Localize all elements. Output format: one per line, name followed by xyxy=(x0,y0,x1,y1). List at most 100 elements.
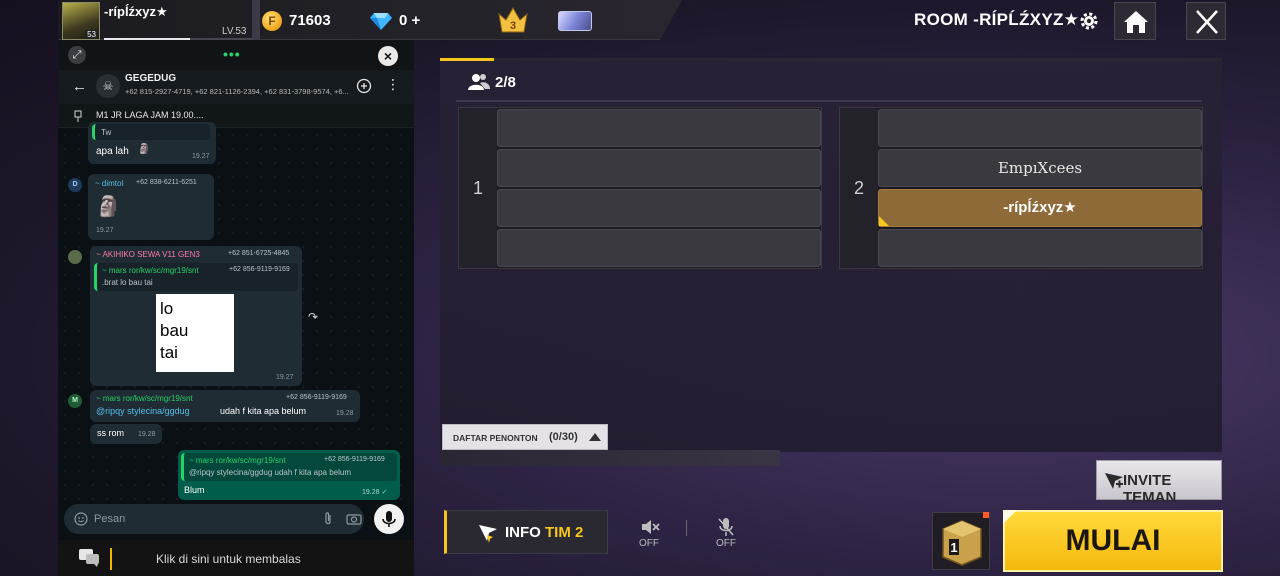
speaker-state: OFF xyxy=(639,538,659,549)
camera-icon[interactable] xyxy=(346,513,362,525)
message-bubble[interactable]: Tw apa lah 🗿 19.27 xyxy=(88,122,216,164)
chevron-up-icon xyxy=(589,433,601,441)
sender-name: ~ mars ror/kw/sc/mgr19/snt xyxy=(96,394,193,403)
sender-avatar[interactable]: M xyxy=(68,394,82,408)
team-2-number: 2 xyxy=(840,108,878,268)
player-level: LV.53 xyxy=(222,26,247,37)
sticker-image[interactable]: lo bau tai xyxy=(156,294,234,372)
message-text: udah f kita apa belum xyxy=(220,406,307,416)
info-icon xyxy=(479,525,497,543)
chat-bubbles-icon xyxy=(79,549,99,567)
team-2-slot-2[interactable]: EmpıXcees xyxy=(878,149,1202,187)
moai-sticker-icon: 🗿 xyxy=(96,196,121,218)
home-button[interactable] xyxy=(1114,2,1156,40)
speaker-muted-icon[interactable] xyxy=(640,518,660,536)
message-input[interactable]: Pesan xyxy=(64,504,364,534)
team-1-slot-4[interactable] xyxy=(497,229,821,267)
gold-value: 71603 xyxy=(289,12,331,29)
settings-icon[interactable] xyxy=(1078,10,1100,32)
team-1-slot-1[interactable] xyxy=(497,109,821,147)
call-add-icon[interactable] xyxy=(356,78,372,94)
chat-messages: Tw apa lah 🗿 19.27 D ~ dimtol +62 838-62… xyxy=(58,122,414,540)
rank-card xyxy=(252,0,260,40)
mic-state: OFF xyxy=(716,538,736,549)
spectators-toggle[interactable]: DAFTAR PENONTON (0/30) xyxy=(442,424,608,450)
rank-badge-number: 3 xyxy=(510,20,516,32)
team-info-team: TIM 2 xyxy=(545,524,584,541)
quoted-text: @ripqy stylecina/ggdug udah f kita apa b… xyxy=(189,468,351,477)
membership-card-icon[interactable] xyxy=(558,11,592,31)
item-box-button[interactable]: 1 xyxy=(932,512,990,570)
box-label: 1 xyxy=(950,540,957,555)
invite-friends-button[interactable]: INVITE TEMAN xyxy=(1096,460,1222,506)
quoted-message[interactable]: ~ mars ror/kw/sc/mgr19/snt +62 856-9119-… xyxy=(94,263,298,291)
sticker-icon[interactable] xyxy=(74,512,88,526)
sticker-line: tai xyxy=(160,343,178,362)
message-placeholder: Pesan xyxy=(94,513,126,525)
message-time: 19.28 xyxy=(336,410,354,417)
attach-icon[interactable] xyxy=(322,512,334,526)
message-text: Blum xyxy=(184,485,205,495)
sender-avatar[interactable]: D xyxy=(68,178,82,192)
room-divider xyxy=(456,100,1202,102)
player-avatar[interactable]: 53 xyxy=(62,2,100,40)
quoted-message[interactable]: ~ mars ror/kw/sc/mgr19/snt +62 856-9119-… xyxy=(181,453,397,481)
invite-icon xyxy=(1105,473,1123,489)
team-1-slot-2[interactable] xyxy=(497,149,821,187)
spectators-count: (0/30) xyxy=(549,431,578,443)
back-arrow-icon[interactable]: ← xyxy=(72,78,87,95)
sticker-line: lo xyxy=(160,299,174,318)
quoted-text: Tw xyxy=(101,128,112,137)
reply-prompt: Klik di sini untuk membalas xyxy=(156,552,301,566)
home-icon xyxy=(1124,11,1148,33)
controls-divider xyxy=(686,520,687,536)
gold-coin-icon: F xyxy=(262,11,282,31)
team-1-slot-3[interactable] xyxy=(497,189,821,227)
team-info-label: INFO TIM 2 xyxy=(505,524,583,541)
message-time: 19.27 xyxy=(276,374,294,381)
message-time: 19.27 xyxy=(96,227,114,234)
room-panel-footer xyxy=(440,450,780,466)
team-2-slot-4[interactable] xyxy=(878,229,1202,267)
group-avatar[interactable]: ☠ xyxy=(96,74,120,98)
avatar-level-badge: 53 xyxy=(85,30,98,39)
team-2-slot-1[interactable] xyxy=(878,109,1202,147)
diamond-value[interactable]: 0 + xyxy=(399,12,420,29)
forward-icon[interactable]: ↷ xyxy=(308,310,318,324)
message-text: ss rom xyxy=(97,428,124,438)
floating-window-bar[interactable]: ⤢ ••• × xyxy=(58,40,414,70)
voice-message-button[interactable] xyxy=(374,504,404,534)
message-bubble-outgoing[interactable]: ~ mars ror/kw/sc/mgr19/snt +62 856-9119-… xyxy=(178,450,400,500)
message-bubble[interactable]: ~ AKIHIKO SEWA V11 GEN3 +62 851-6725-484… xyxy=(90,246,302,386)
message-bubble[interactable]: ss rom 19.28 xyxy=(90,424,162,444)
mention-text[interactable]: @ripqy stylecina/ggdug xyxy=(96,406,190,416)
message-bubble[interactable]: ~ dimtol +62 838-6211-6251 🗿 19.27 xyxy=(88,174,214,240)
team-info-prefix: INFO xyxy=(505,524,541,541)
box-icon: 1 xyxy=(942,520,982,566)
mic-muted-icon[interactable] xyxy=(718,517,734,537)
start-match-button[interactable]: MULAI xyxy=(1003,510,1223,572)
diamond-icon xyxy=(370,13,392,30)
team-2-slot-3-current-player[interactable]: -rípĺźxyz★ xyxy=(878,189,1202,227)
team-2-panel: 2 EmpıXcees -rípĺźxyz★ xyxy=(839,107,1203,269)
message-composer: Pesan xyxy=(58,500,414,540)
drag-handle-icon[interactable]: ••• xyxy=(223,46,241,62)
exit-room-button[interactable] xyxy=(1186,2,1226,40)
group-name[interactable]: GEGEDUG xyxy=(125,73,176,84)
resize-icon[interactable]: ⤢ xyxy=(68,46,86,64)
sender-avatar[interactable] xyxy=(68,250,82,264)
quoted-text: .brat lo bau tai xyxy=(102,278,153,287)
player-name: -rípĺźxyz★ xyxy=(104,4,168,19)
box-notification-dot xyxy=(983,512,989,518)
rank-badge-icon[interactable]: 3 xyxy=(496,6,530,36)
team-1-number: 1 xyxy=(459,108,497,268)
spectators-label: DAFTAR PENONTON xyxy=(453,433,538,443)
message-time: 19.28 xyxy=(138,431,156,438)
sender-name: ~ AKIHIKO SEWA V11 GEN3 xyxy=(96,250,200,259)
reply-bar[interactable]: Klik di sini untuk membalas xyxy=(58,540,414,576)
quoted-phone: +62 856-9119-9169 xyxy=(324,456,385,463)
team-info-button[interactable]: INFO TIM 2 xyxy=(444,510,608,554)
more-options-icon[interactable]: ⋮ xyxy=(386,76,400,93)
close-floating-window-button[interactable]: × xyxy=(378,46,398,66)
message-bubble[interactable]: ~ mars ror/kw/sc/mgr19/snt +62 856-9119-… xyxy=(90,390,360,422)
